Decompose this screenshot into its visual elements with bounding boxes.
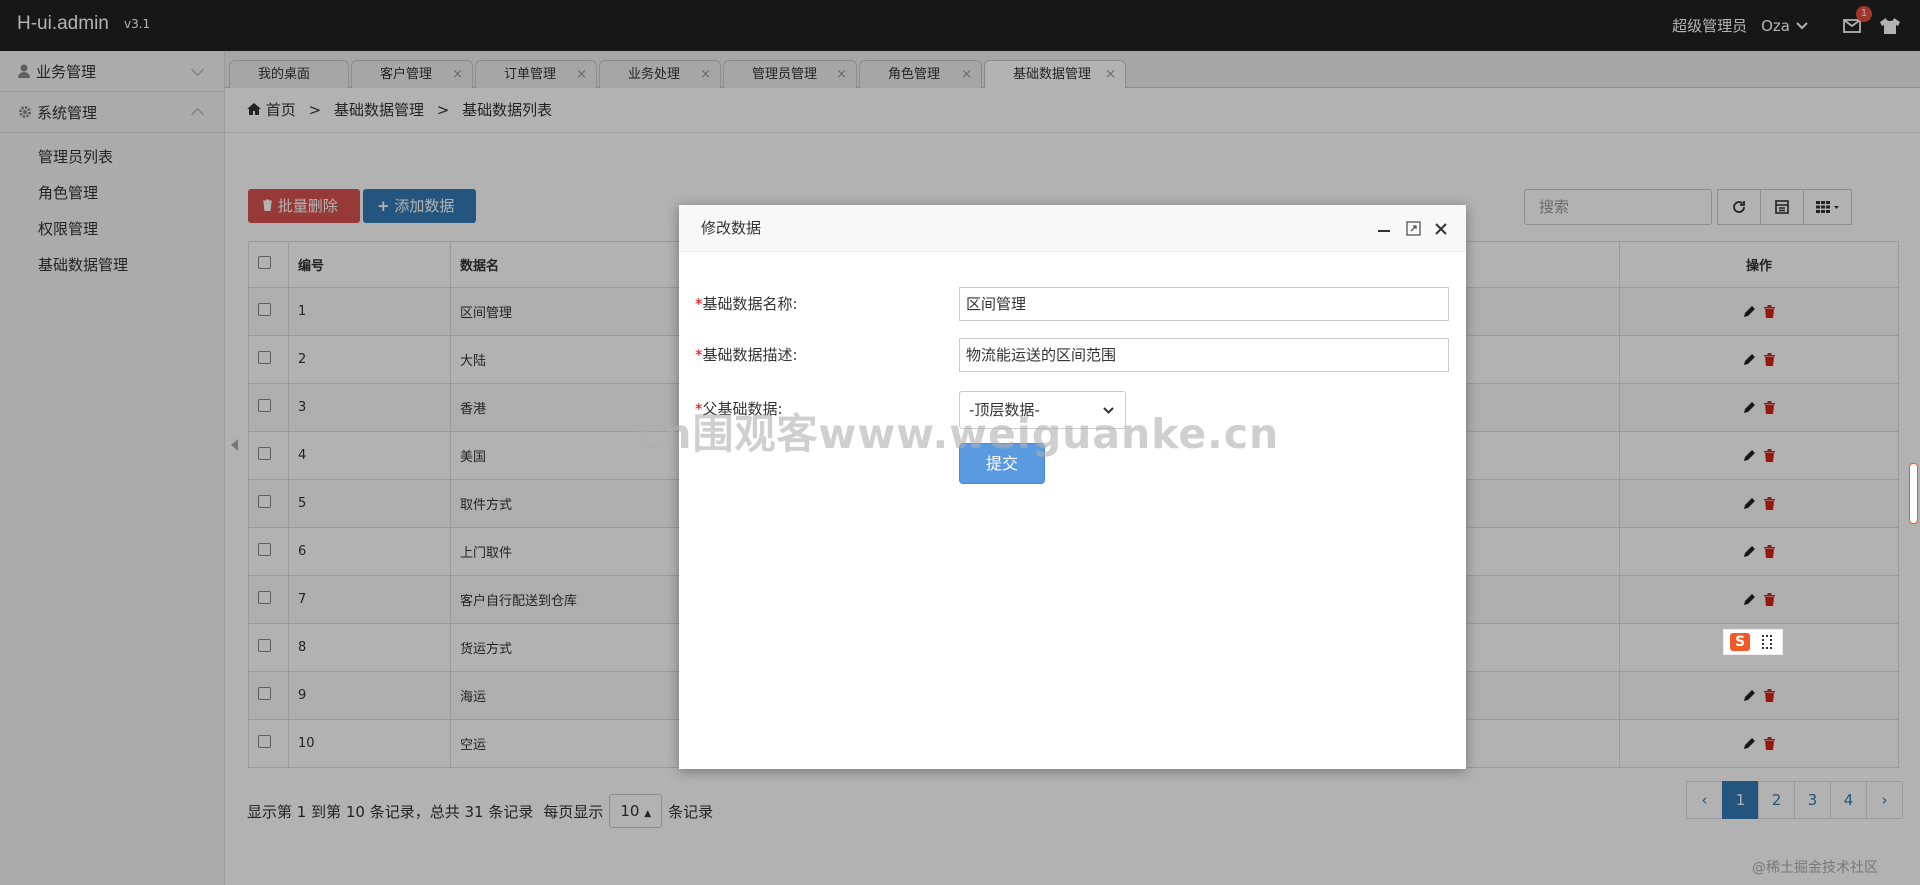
page-scrollbar[interactable] [1909,463,1918,524]
maximize-button[interactable] [1402,205,1424,252]
name-label: *基础数据名称: [695,293,798,314]
name-input[interactable]: 区间管理 [959,287,1449,321]
ime-toolbar[interactable]: S [1723,629,1783,655]
corner-watermark: @稀土掘金技术社区 [1752,860,1878,876]
watermark: cn围观客www.weiguanke.cn [637,410,1280,458]
required-mark: * [695,295,703,313]
close-icon [1435,222,1447,235]
desc-label-text: 基础数据描述: [702,346,798,364]
expand-icon [1762,635,1772,649]
minimize-button[interactable] [1373,205,1395,252]
desc-label: *基础数据描述: [695,344,798,365]
sogou-icon: S [1730,633,1750,651]
dialog-title: 修改数据 [701,219,762,237]
desc-input[interactable]: 物流能运送的区间范围 [959,338,1449,372]
edit-data-dialog: 修改数据 *基础数据名称: 区间管理 *基础数据描述: 物流能运送的区间范围 *… [679,205,1466,769]
close-button[interactable] [1430,205,1452,252]
required-mark: * [695,346,703,364]
name-label-text: 基础数据名称: [702,295,798,313]
dialog-header: 修改数据 [679,205,1466,252]
minimize-icon [1378,229,1390,232]
maximize-icon [1405,221,1421,236]
